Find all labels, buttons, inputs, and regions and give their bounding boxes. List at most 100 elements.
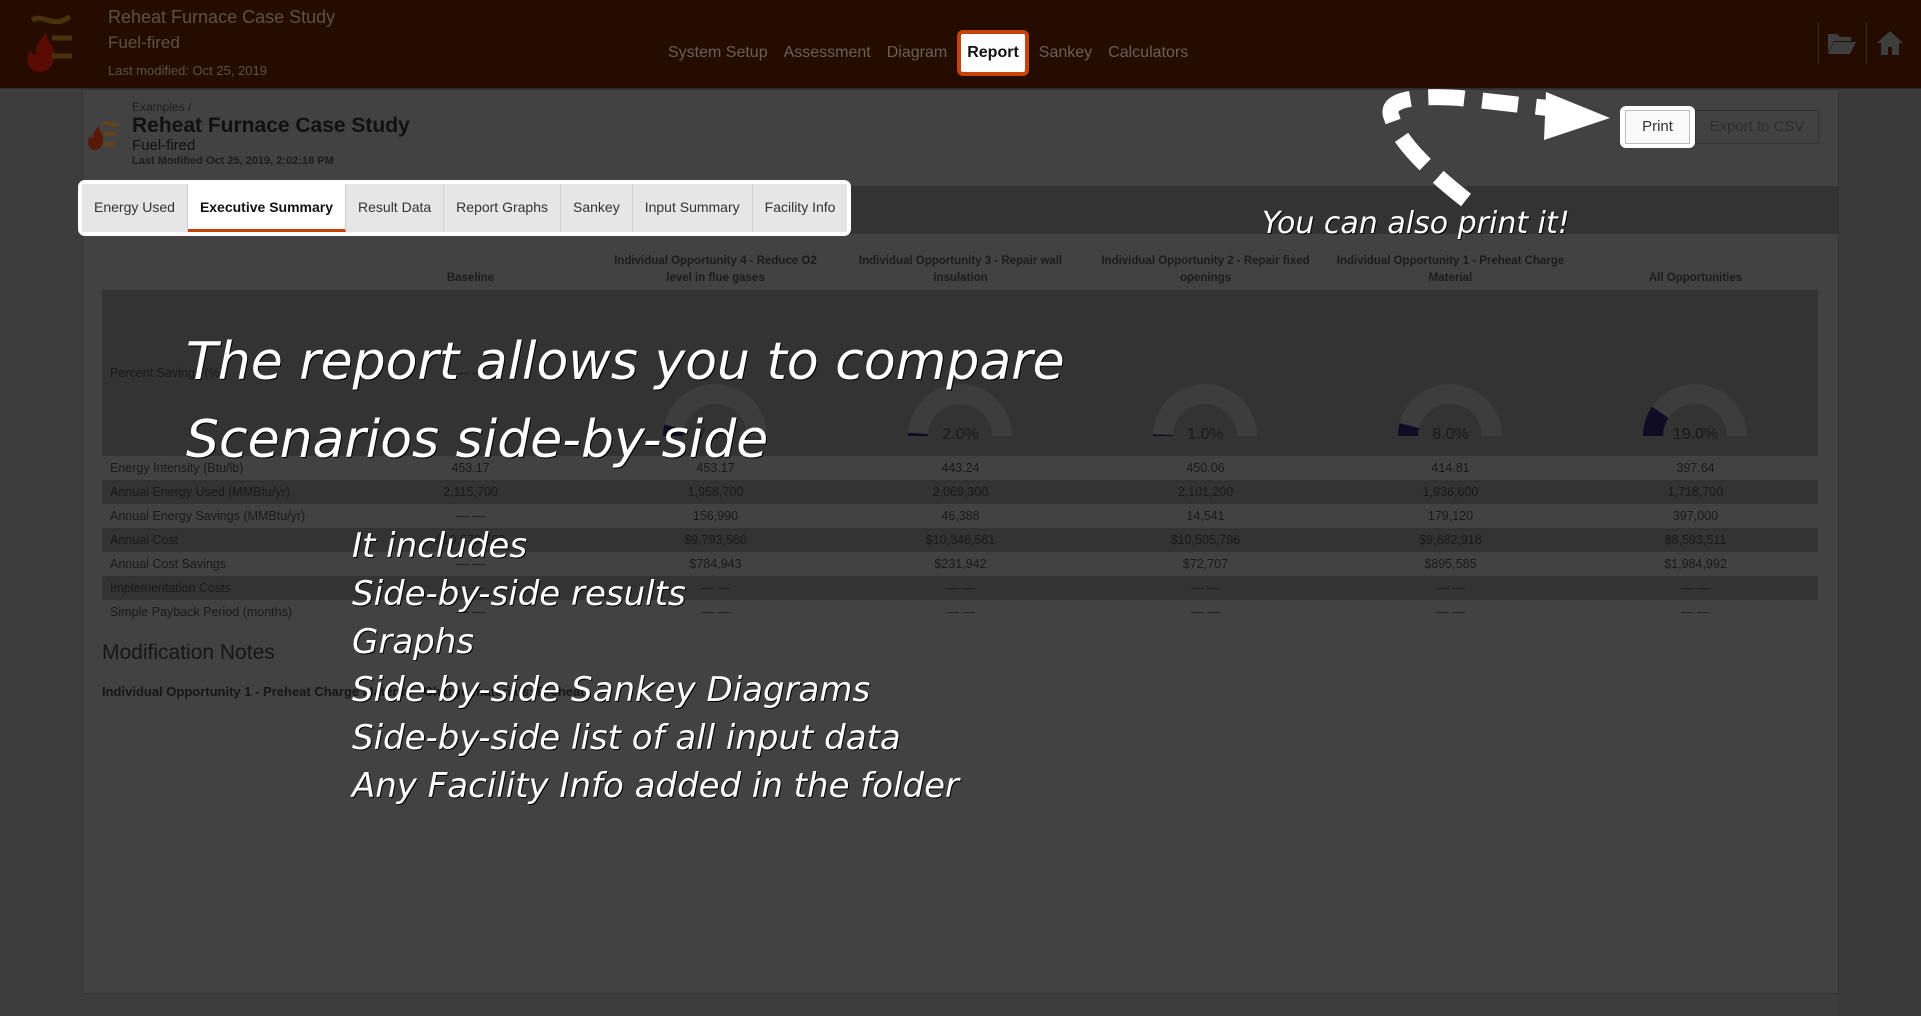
cell-value: 1,936,600 <box>1328 480 1573 504</box>
main-nav: System Setup Assessment Diagram Report S… <box>660 30 1196 76</box>
cell-value: 1,718,700 <box>1573 480 1818 504</box>
tab-facility-info[interactable]: Facility Info <box>752 184 848 232</box>
row-label: Simple Payback Period (months) <box>110 605 293 619</box>
cell-value: — — <box>1191 605 1220 619</box>
nav-calculators[interactable]: Calculators <box>1100 40 1196 66</box>
overlay-include-item: Side-by-side list of all input data <box>352 718 901 758</box>
print-button[interactable]: Print <box>1625 110 1690 144</box>
savings-gauge: 19.0% <box>1573 290 1818 456</box>
cell-value: $895,585 <box>1424 557 1477 571</box>
page-title: Reheat Furnace Case Study <box>132 114 410 137</box>
nav-report[interactable]: Report <box>957 30 1029 76</box>
cell-value: 414.81 <box>1431 461 1470 475</box>
cell-value: $9,793,560 <box>593 528 838 552</box>
column-header: Individual Opportunity 2 - Repair fixed … <box>1101 255 1310 284</box>
savings-gauge: 8.0% <box>1328 290 1573 456</box>
overlay-headline-2: Scenarios side-by-side <box>186 410 769 470</box>
column-header: Individual Opportunity 3 - Repair wall i… <box>858 255 1063 284</box>
gauge-value: 8.0% <box>1432 426 1469 443</box>
gauge-cell: 19.0% <box>1573 290 1818 456</box>
cell-value: — — <box>1573 576 1818 600</box>
report-tabs: Energy Used Executive Summary Result Dat… <box>78 180 852 236</box>
tab-result-data[interactable]: Result Data <box>346 184 445 232</box>
app-header: Reheat Furnace Case Study Fuel-fired Las… <box>0 0 1921 89</box>
header-title: Reheat Furnace Case Study <box>108 7 336 27</box>
gauge-value: 19.0% <box>1672 426 1719 443</box>
cell-value: 450.06 <box>1186 461 1225 475</box>
cell-value: 2,069,300 <box>838 480 1083 504</box>
column-header: Individual Opportunity 4 - Reduce O2 lev… <box>614 255 817 284</box>
table-row: Annual Energy Savings (MMBtu/yr) — — 156,9… <box>102 504 1818 528</box>
cell-value: $784,943 <box>689 557 742 571</box>
label-header <box>102 250 348 290</box>
cell-value: $1,984,992 <box>1664 557 1727 571</box>
cell-value: 46,388 <box>941 509 980 523</box>
cell-value: — — <box>1083 576 1328 600</box>
row-label: Annual Energy Savings (MMBtu/yr) <box>110 509 306 523</box>
header-subtitle: Fuel-fired <box>108 33 180 52</box>
export-csv-button[interactable]: Export to CSV <box>1695 110 1819 144</box>
cell-value: — — <box>456 509 485 523</box>
page-modified: Last Modified Oct 25, 2019, 2:02:18 PM <box>132 155 334 167</box>
cell-value: — — <box>838 576 1083 600</box>
cell-value: $231,942 <box>934 557 987 571</box>
row-label: Annual Cost <box>102 528 348 552</box>
nav-diagram[interactable]: Diagram <box>879 40 955 66</box>
cell-value: 397,000 <box>1672 509 1719 523</box>
overlay-include-item: Graphs <box>352 622 475 662</box>
cell-value: — — <box>946 605 975 619</box>
cell-value: — — <box>1436 605 1465 619</box>
cell-value: $9,682,918 <box>1328 528 1573 552</box>
page-subtitle: Fuel-fired <box>132 137 196 154</box>
cell-value: $10,505,796 <box>1083 528 1328 552</box>
furnace-small-icon <box>87 121 119 150</box>
gauge-cell: 8.0% <box>1328 290 1573 456</box>
nav-assessment[interactable]: Assessment <box>776 40 879 66</box>
cell-value: 1,958,700 <box>593 480 838 504</box>
overlay-include-item: Side-by-side results <box>352 574 686 614</box>
cell-value: $72,707 <box>1182 557 1229 571</box>
table-row: Annual Energy Used (MMBtu/yr) 2,115,700 1,… <box>102 480 1818 504</box>
tab-report-graphs[interactable]: Report Graphs <box>444 184 561 232</box>
scroll-area <box>1839 89 1921 1016</box>
cell-value: — — <box>1681 605 1710 619</box>
row-label: Annual Cost Savings <box>110 557 227 571</box>
nav-system-setup[interactable]: System Setup <box>660 40 776 66</box>
cell-value: — — <box>1328 576 1573 600</box>
overlay-include-item: Side-by-side Sankey Diagrams <box>352 670 871 710</box>
tab-executive-summary[interactable]: Executive Summary <box>187 184 347 232</box>
column-header: Baseline <box>446 272 495 284</box>
tab-energy-used[interactable]: Energy Used <box>82 184 188 232</box>
breadcrumb[interactable]: Examples / <box>132 100 191 114</box>
tab-sankey[interactable]: Sankey <box>561 184 633 232</box>
nav-sankey[interactable]: Sankey <box>1031 40 1100 66</box>
cell-value: 397.64 <box>1676 461 1715 475</box>
row-label: Annual Energy Used (MMBtu/yr) <box>102 480 348 504</box>
cell-value: 14,541 <box>1186 509 1225 523</box>
column-header: All Opportunities <box>1648 272 1743 284</box>
gauge-value: 1.0% <box>1187 426 1224 443</box>
gauge-value: 2.0% <box>942 426 979 443</box>
cell-value: 2,115,700 <box>348 480 593 504</box>
gauge-cell: 1.0% <box>1083 290 1328 456</box>
cell-value: 179,120 <box>1427 509 1474 523</box>
cell-value: 2,101,200 <box>1083 480 1328 504</box>
home-icon[interactable] <box>1866 22 1912 64</box>
overlay-headline-1: The report allows you to compare <box>186 332 1065 392</box>
cell-value: $8,593,511 <box>1573 528 1818 552</box>
cell-value: $10,346,561 <box>838 528 1083 552</box>
print-hint: You can also print it! <box>1262 206 1570 241</box>
dashed-arrow-icon <box>1382 89 1610 207</box>
header-modified: Last modified: Oct 25, 2019 <box>108 63 267 78</box>
modification-notes-heading: Modification Notes <box>102 641 275 664</box>
furnace-logo-icon <box>27 14 72 72</box>
savings-gauge: 1.0% <box>1083 290 1328 456</box>
cell-value: 443.24 <box>941 461 980 475</box>
tab-input-summary[interactable]: Input Summary <box>632 184 753 232</box>
overlay-include-item: Any Facility Info added in the folder <box>352 766 959 806</box>
folder-open-icon[interactable] <box>1818 22 1864 64</box>
row-label: Implementation Costs <box>102 576 348 600</box>
overlay-include-item: It includes <box>352 526 528 566</box>
cell-value: 156,990 <box>692 509 739 523</box>
column-header: Individual Opportunity 1 - Preheat Charg… <box>1336 255 1565 284</box>
